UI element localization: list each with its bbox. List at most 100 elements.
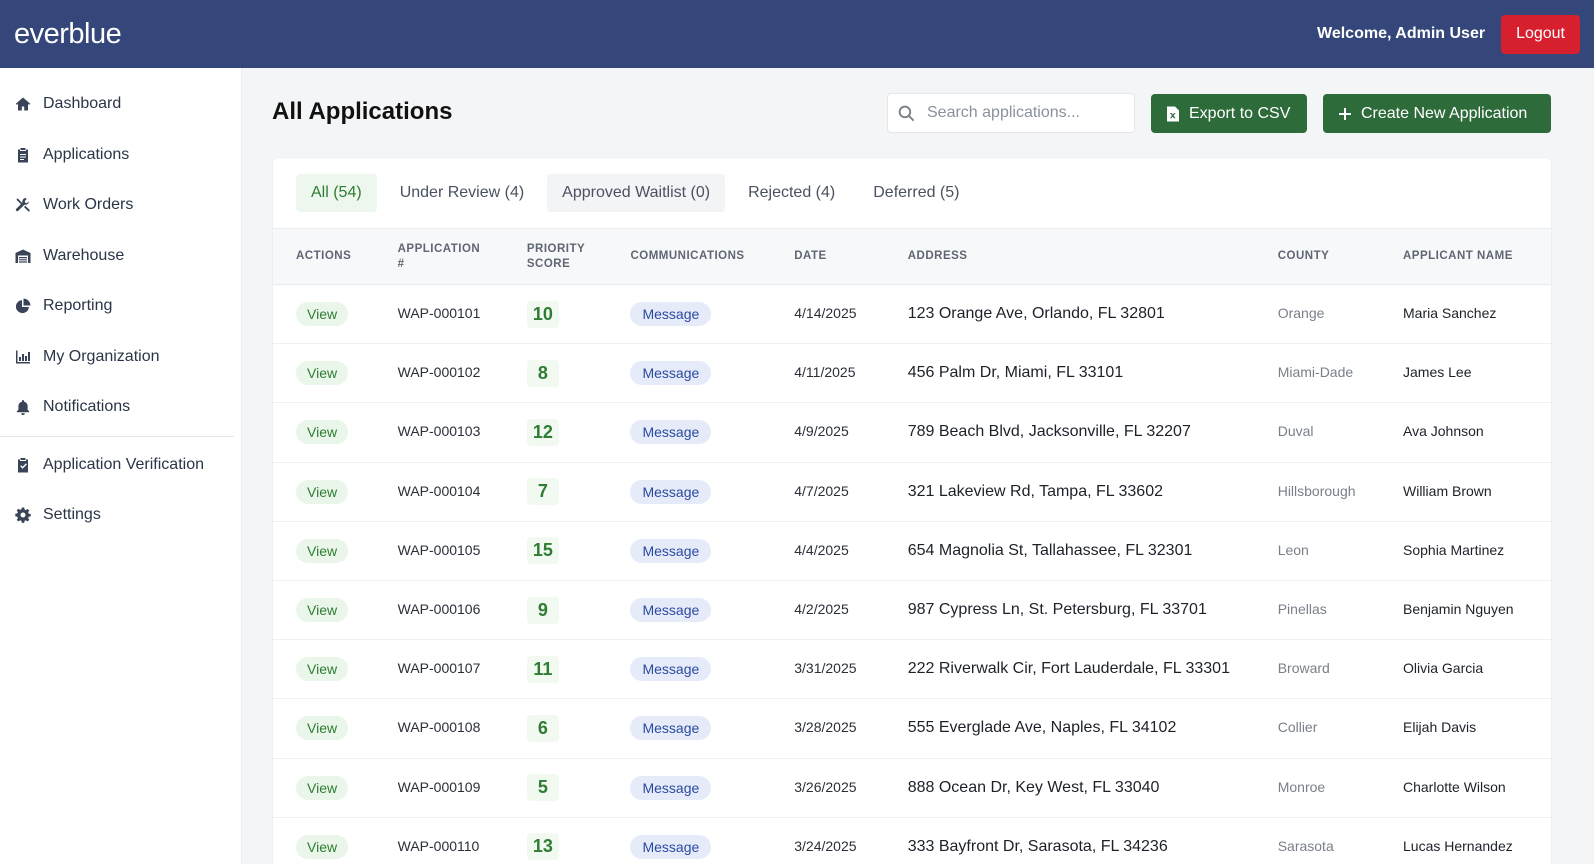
view-button[interactable]: View: [296, 657, 349, 682]
county-cell: Collier: [1277, 719, 1318, 736]
priority-score: 9: [526, 596, 559, 624]
tab-deferred[interactable]: Deferred (5): [858, 174, 974, 212]
table-row: View WAP-000108 6 Message 3/28/2025 555 …: [273, 699, 1551, 759]
logo[interactable]: everblue: [14, 18, 122, 51]
applications-card: All (54) Under Review (4) Approved Waitl…: [272, 157, 1552, 864]
sidebar-item-label: Applications: [43, 145, 130, 163]
application-number: WAP-000106: [397, 601, 481, 618]
user-area: Welcome, Admin User Logout: [1317, 14, 1580, 54]
message-button[interactable]: Message: [630, 479, 712, 504]
sidebar-item-label: Settings: [43, 506, 101, 524]
table-row: View WAP-000109 5 Message 3/26/2025 888 …: [273, 759, 1551, 818]
message-button[interactable]: Message: [630, 361, 712, 386]
view-button[interactable]: View: [296, 302, 349, 327]
clipboard-icon: [18, 147, 28, 163]
column-header-application-number[interactable]: APPLICATION #: [398, 242, 527, 272]
tab-all[interactable]: All (54): [296, 174, 377, 212]
message-button[interactable]: Message: [630, 716, 712, 741]
address-cell: 888 Ocean Dr, Key West, FL 33040: [907, 778, 1160, 796]
priority-score: 13: [526, 833, 559, 861]
application-number: WAP-000109: [397, 778, 481, 795]
message-button[interactable]: Message: [630, 598, 712, 623]
view-button[interactable]: View: [296, 716, 349, 741]
search-box[interactable]: [887, 93, 1135, 133]
sidebar: Dashboard Applications Work Orders Wareh…: [0, 68, 242, 864]
sidebar-item-warehouse[interactable]: Warehouse: [0, 231, 241, 282]
sidebar-item-label: My Organization: [43, 347, 160, 365]
sidebar-item-applications[interactable]: Applications: [0, 130, 241, 181]
column-header-date[interactable]: DATE: [794, 249, 907, 264]
top-bar: everblue Welcome, Admin User Logout: [0, 0, 1594, 68]
view-button[interactable]: View: [296, 775, 349, 800]
create-new-application-button[interactable]: Create New Application: [1323, 94, 1551, 133]
message-button[interactable]: Message: [630, 775, 712, 800]
page-title: All Applications: [272, 98, 453, 125]
message-button[interactable]: Message: [630, 834, 712, 859]
priority-score: 15: [526, 537, 559, 565]
sidebar-item-reporting[interactable]: Reporting: [0, 281, 241, 332]
date-cell: 3/26/2025: [794, 778, 857, 795]
welcome-text: Welcome, Admin User: [1317, 25, 1486, 42]
column-header-county[interactable]: COUNTY: [1278, 249, 1403, 264]
table-row: View WAP-000102 8 Message 4/11/2025 456 …: [273, 344, 1551, 404]
column-header-communications[interactable]: COMMUNICATIONS: [630, 249, 794, 264]
address-cell: 456 Palm Dr, Miami, FL 33101: [907, 364, 1124, 382]
applicant-name-cell: William Brown: [1403, 482, 1492, 499]
county-cell: Duval: [1277, 423, 1314, 440]
column-header-applicant-name[interactable]: APPLICANT NAME: [1403, 249, 1551, 264]
view-button[interactable]: View: [296, 361, 349, 386]
sidebar-item-application-verification[interactable]: Application Verification: [0, 440, 241, 491]
column-header-priority-score[interactable]: PRIORITY SCORE: [527, 242, 631, 272]
home-icon: [15, 97, 31, 111]
column-header-address[interactable]: ADDRESS: [908, 249, 1278, 264]
date-cell: 3/28/2025: [794, 719, 857, 736]
message-button[interactable]: Message: [630, 420, 712, 445]
view-button[interactable]: View: [296, 420, 349, 445]
sidebar-item-dashboard[interactable]: Dashboard: [0, 79, 241, 130]
tools-icon: [15, 198, 30, 212]
export-csv-button[interactable]: Export to CSV: [1151, 94, 1307, 133]
priority-score: 11: [526, 655, 559, 683]
date-cell: 4/11/2025: [794, 364, 856, 381]
date-cell: 4/7/2025: [794, 482, 849, 499]
sidebar-item-work-orders[interactable]: Work Orders: [0, 180, 241, 231]
date-cell: 4/4/2025: [794, 541, 849, 558]
county-cell: Pinellas: [1277, 601, 1327, 618]
message-button[interactable]: Message: [630, 538, 712, 563]
priority-score: 12: [526, 418, 559, 446]
sidebar-item-notifications[interactable]: Notifications: [0, 382, 241, 433]
applicant-name-cell: Maria Sanchez: [1403, 305, 1497, 322]
sidebar-item-label: Application Verification: [43, 455, 204, 473]
message-button[interactable]: Message: [630, 657, 712, 682]
date-cell: 3/24/2025: [794, 837, 857, 854]
view-button[interactable]: View: [296, 834, 349, 859]
applicant-name-cell: Ava Johnson: [1403, 423, 1484, 440]
application-number: WAP-000105: [397, 541, 481, 558]
logout-button[interactable]: Logout: [1501, 14, 1580, 54]
table-row: View WAP-000101 10 Message 4/14/2025 123…: [273, 285, 1551, 345]
sidebar-item-my-organization[interactable]: My Organization: [0, 332, 241, 383]
tab-approved-waitlist[interactable]: Approved Waitlist (0): [547, 174, 726, 212]
sidebar-item-label: Reporting: [43, 297, 113, 315]
tab-under-review[interactable]: Under Review (4): [385, 174, 539, 212]
column-header-actions[interactable]: ACTIONS: [273, 249, 398, 264]
view-button[interactable]: View: [296, 538, 349, 563]
priority-score: 8: [526, 359, 559, 387]
county-cell: Broward: [1277, 660, 1330, 677]
county-cell: Leon: [1277, 541, 1309, 558]
table-row: View WAP-000103 12 Message 4/9/2025 789 …: [273, 403, 1551, 463]
application-number: WAP-000101: [397, 305, 481, 322]
sidebar-item-label: Warehouse: [43, 246, 125, 264]
address-cell: 789 Beach Blvd, Jacksonville, FL 32207: [907, 423, 1191, 441]
priority-score: 5: [526, 774, 559, 802]
priority-score: 10: [526, 300, 559, 328]
clipboard-check-icon: [18, 457, 28, 473]
table-row: View WAP-000104 7 Message 4/7/2025 321 L…: [273, 463, 1551, 522]
tab-rejected[interactable]: Rejected (4): [733, 174, 850, 212]
view-button[interactable]: View: [296, 479, 349, 504]
address-cell: 123 Orange Ave, Orlando, FL 32801: [907, 305, 1165, 323]
view-button[interactable]: View: [296, 598, 349, 623]
sidebar-item-settings[interactable]: Settings: [0, 490, 241, 541]
message-button[interactable]: Message: [630, 302, 712, 327]
search-input[interactable]: [927, 104, 1127, 122]
